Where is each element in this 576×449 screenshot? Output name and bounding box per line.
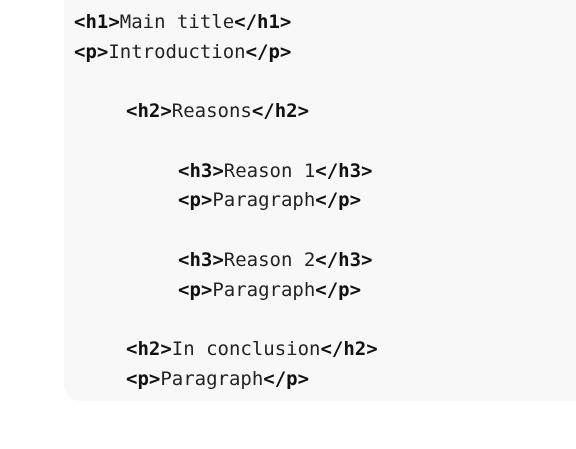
- code-block: <h1>Main title</h1> <p>Introduction</p> …: [64, 0, 576, 401]
- code-close-tag: </h3>: [315, 160, 373, 182]
- code-line-p-intro: <p>Introduction</p>: [74, 40, 291, 64]
- code-text: Paragraph: [160, 368, 264, 390]
- code-close-tag: </p>: [315, 189, 362, 211]
- code-text: Reason 1: [223, 160, 316, 182]
- code-close-tag: </p>: [315, 279, 362, 301]
- code-close-tag: </p>: [245, 41, 292, 63]
- code-line-h2-reasons: <h2>Reasons</h2>: [126, 99, 309, 123]
- code-text: Introduction: [108, 41, 246, 63]
- code-text: Main title: [119, 11, 235, 33]
- code-text: Paragraph: [212, 189, 316, 211]
- code-close-tag: </h3>: [315, 249, 373, 271]
- code-text: In conclusion: [171, 338, 321, 360]
- code-line-h1: <h1>Main title</h1>: [74, 10, 291, 34]
- code-line-h2-conclusion: <h2>In conclusion</h2>: [126, 337, 378, 361]
- code-close-tag: </h2>: [251, 100, 310, 122]
- code-open-tag: <p>: [126, 368, 161, 390]
- code-close-tag: </p>: [263, 368, 310, 390]
- code-open-tag: <h1>: [74, 11, 120, 33]
- code-open-tag: <h3>: [178, 249, 224, 271]
- code-line-p-paragraph-3: <p>Paragraph</p>: [126, 367, 309, 391]
- code-line-h3-reason-1: <h3>Reason 1</h3>: [178, 159, 372, 183]
- code-line-h3-reason-2: <h3>Reason 2</h3>: [178, 248, 372, 272]
- code-text: Reasons: [171, 100, 252, 122]
- code-open-tag: <p>: [74, 41, 109, 63]
- code-close-tag: </h2>: [320, 338, 378, 360]
- code-text: Paragraph: [212, 279, 316, 301]
- page: <h1>Main title</h1> <p>Introduction</p> …: [0, 0, 576, 449]
- code-open-tag: <h2>: [126, 338, 172, 360]
- code-line-p-paragraph-1: <p>Paragraph</p>: [178, 188, 361, 212]
- code-close-tag: </h1>: [234, 11, 292, 33]
- code-open-tag: <h2>: [126, 100, 172, 122]
- code-open-tag: <p>: [178, 189, 213, 211]
- code-line-p-paragraph-2: <p>Paragraph</p>: [178, 278, 361, 302]
- code-open-tag: <h3>: [178, 160, 224, 182]
- code-text: Reason 2: [223, 249, 316, 271]
- code-open-tag: <p>: [178, 279, 213, 301]
